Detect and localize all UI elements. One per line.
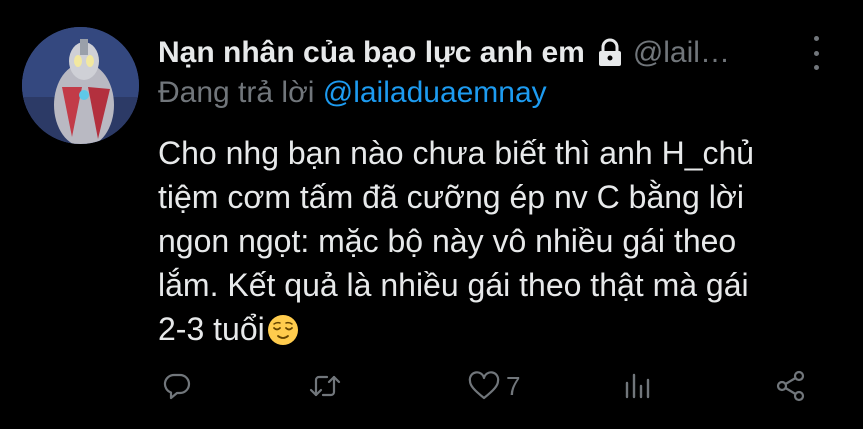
more-vertical-icon[interactable] [805, 36, 827, 70]
tweet-actions: 7 [0, 362, 863, 410]
share-icon [776, 370, 805, 402]
more-dot [813, 36, 819, 41]
tweet-text-last-line: 2-3 tuổi [158, 307, 838, 351]
lock-icon [595, 38, 625, 68]
retweet-icon [309, 375, 341, 397]
author-handle[interactable]: @lail… [633, 36, 730, 70]
tweet-header: Nạn nhân của bạo lực anh em @lail… [158, 30, 808, 76]
tweet-text: Cho nhg bạn nào chưa biết thì anh H_chủ … [158, 131, 838, 351]
relieved-face-emoji [267, 313, 299, 345]
share-button[interactable] [775, 362, 807, 410]
replying-prefix: Đang trả lời [158, 76, 323, 109]
like-count: 7 [506, 370, 521, 401]
reply-button[interactable] [162, 362, 192, 410]
more-dot [813, 50, 819, 56]
more-dot [813, 65, 819, 70]
tweet-text-line: lắm. Kết quả là nhiều gái theo thật mà g… [158, 267, 749, 303]
tweet-text-line: Cho nhg bạn nào chưa biết thì anh H_chủ [158, 135, 755, 171]
retweet-button[interactable] [309, 362, 341, 410]
analytics-icon [625, 373, 650, 399]
tweet: Nạn nhân của bạo lực anh em @lail… Đang … [0, 0, 863, 429]
reply-icon [163, 373, 191, 400]
tweet-text-line: ngon ngọt: mặc bộ này vô nhiều gái theo [158, 223, 737, 259]
avatar-image [22, 27, 139, 144]
tweet-text-line: tiệm cơm tấm đã cưỡng ép nv C bằng lời [158, 179, 744, 215]
tweet-text-line: 2-3 tuổi [158, 311, 265, 347]
avatar[interactable] [22, 27, 139, 144]
replying-to: Đang trả lời @lailaduaemnay [158, 76, 547, 110]
analytics-button[interactable] [623, 362, 651, 410]
like-button[interactable]: 7 [468, 362, 520, 410]
heart-icon [468, 371, 500, 400]
reply-mention-link[interactable]: @lailaduaemnay [323, 76, 547, 109]
author-display-name[interactable]: Nạn nhân của bạo lực anh em [158, 36, 585, 70]
